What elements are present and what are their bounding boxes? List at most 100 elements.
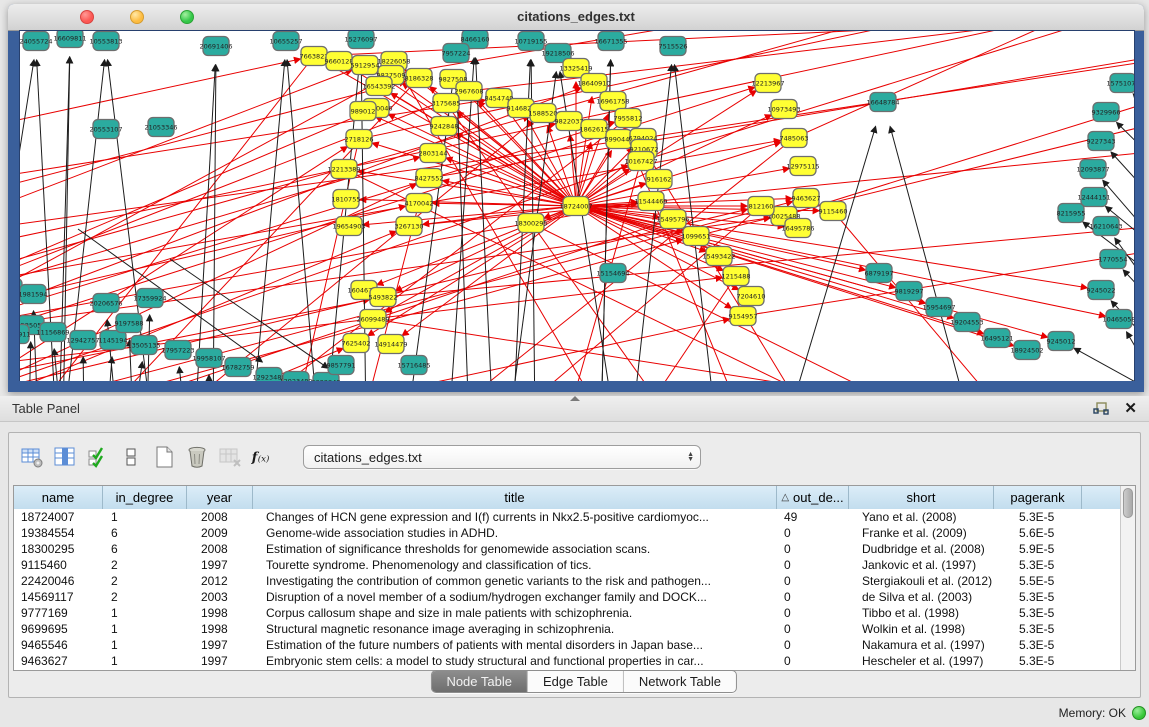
graph-node[interactable]: 16495786 <box>781 219 814 238</box>
zoom-window-button[interactable] <box>180 10 194 24</box>
graph-node[interactable]: 15493422 <box>702 247 735 266</box>
graph-node[interactable]: 2803144 <box>419 144 448 163</box>
graph-node[interactable]: 19654903 <box>332 217 365 236</box>
table-row[interactable]: 2242004622012Investigating the contribut… <box>14 573 1120 589</box>
graph-node[interactable]: 15495796 <box>656 210 689 229</box>
graph-node[interactable]: 12093877 <box>1076 160 1109 179</box>
column-header-name[interactable]: name <box>14 486 103 509</box>
table-row[interactable]: 1872400712008Changes of HCN gene express… <box>14 509 1120 525</box>
graph-node[interactable]: 9242848 <box>430 117 459 136</box>
graph-node[interactable]: 6879197 <box>865 264 894 283</box>
graph-node[interactable]: 1810755 <box>332 190 361 209</box>
graph-node[interactable]: 16961758 <box>596 92 629 111</box>
graph-node[interactable]: 3915911 <box>20 325 30 344</box>
graph-node[interactable]: 10973493 <box>767 100 800 119</box>
graph-node[interactable]: 26099489 <box>356 310 389 329</box>
graph-node[interactable]: 7485063 <box>780 129 809 148</box>
close-window-button[interactable] <box>80 10 94 24</box>
graph-node[interactable]: 17957223 <box>161 341 194 360</box>
graph-node[interactable]: 15276097 <box>344 31 377 49</box>
graph-node[interactable]: 16648784 <box>866 93 899 112</box>
close-panel-icon[interactable]: ✕ <box>1124 401 1137 417</box>
graph-node[interactable]: 15154694 <box>596 264 629 283</box>
graph-node[interactable]: 15751074 <box>1106 74 1134 93</box>
graph-node[interactable]: 12213389 <box>327 160 360 179</box>
new-column-icon[interactable] <box>151 444 177 470</box>
graph-node[interactable]: 12975115 <box>786 157 819 176</box>
graph-node[interactable]: 12942757 <box>66 331 99 350</box>
graph-node[interactable]: 812160 <box>748 197 774 216</box>
tab-edge-table[interactable]: Edge Table <box>528 671 624 692</box>
column-header-short[interactable]: short <box>849 486 994 509</box>
graph-node[interactable]: 18640910 <box>577 74 610 93</box>
column-header-title[interactable]: title <box>253 486 777 509</box>
graph-node[interactable]: 5493822 <box>369 288 398 307</box>
graph-node[interactable]: 11544469 <box>634 192 667 211</box>
graph-node[interactable]: 16543392 <box>362 77 395 96</box>
delete-column-icon[interactable] <box>184 444 210 470</box>
graph-node[interactable]: 9660128 <box>325 52 354 71</box>
graph-node[interactable]: 17359924 <box>133 289 166 308</box>
graph-node[interactable]: 10553813 <box>89 32 122 51</box>
table-row[interactable]: 1938455462009Genome-wide association stu… <box>14 525 1120 541</box>
select-rows-icon[interactable] <box>85 444 111 470</box>
graph-node[interactable]: 1099651 <box>682 227 711 246</box>
vertical-scrollbar[interactable] <box>1120 486 1135 670</box>
graph-node[interactable]: 8427552 <box>415 169 444 188</box>
table-row[interactable]: 911546021997Tourette syndrome. Phenomeno… <box>14 557 1120 573</box>
table-row[interactable]: 946362711997Embryonic stem cells: a mode… <box>14 653 1120 669</box>
graph-node[interactable]: 9329966 <box>1092 103 1121 122</box>
graph-node[interactable]: 9154957 <box>729 307 758 326</box>
graph-node[interactable]: 989012 <box>350 102 376 121</box>
graph-node[interactable]: 9857791 <box>327 356 356 375</box>
graph-node[interactable]: 9115460 <box>819 202 848 221</box>
graph-node[interactable]: 20206576 <box>89 294 122 313</box>
graph-node[interactable]: 12923489 <box>279 372 312 382</box>
graph-node[interactable]: 1145194 <box>99 331 128 350</box>
graph-node[interactable]: 12213967 <box>751 74 784 93</box>
graph-node[interactable]: 18300295 <box>514 214 547 233</box>
graph-node[interactable]: 16609811 <box>53 31 86 48</box>
graph-node[interactable]: 15716485 <box>397 356 430 375</box>
delete-table-icon[interactable] <box>217 444 243 470</box>
graph-node[interactable]: 7515526 <box>659 37 688 56</box>
graph-node[interactable]: 19204553 <box>950 313 983 332</box>
graph-node[interactable]: 1770554 <box>1099 250 1128 269</box>
table-row[interactable]: 977716911998Corpus callosum shape and si… <box>14 605 1120 621</box>
graph-node[interactable]: 21053346 <box>144 118 177 137</box>
graph-node[interactable]: 9197588 <box>115 314 144 333</box>
graph-node[interactable]: 12444151 <box>1077 188 1110 207</box>
graph-node[interactable]: 16495121 <box>980 329 1013 348</box>
graph-node[interactable]: 1215488 <box>722 267 751 286</box>
graph-node[interactable]: 7204610 <box>737 287 766 306</box>
graph-node[interactable]: 9819297 <box>895 282 924 301</box>
row-height-icon[interactable] <box>118 444 144 470</box>
graph-node[interactable]: 10465058 <box>1102 310 1134 329</box>
column-header-in_degree[interactable]: in_degree <box>103 486 187 509</box>
network-canvas[interactable]: 2405572416609811105538132069140610655257… <box>20 31 1134 381</box>
table-row[interactable]: 946554611997Estimation of the future num… <box>14 637 1120 653</box>
graph-node[interactable]: 2718126 <box>345 130 374 149</box>
graph-node[interactable]: 4170042 <box>405 194 434 213</box>
tab-node-table[interactable]: Node Table <box>431 671 528 692</box>
column-header-pagerank[interactable]: pagerank <box>994 486 1082 509</box>
graph-hub-node[interactable]: 18724007 <box>559 197 592 216</box>
graph-node[interactable]: 15954697 <box>922 298 955 317</box>
graph-node[interactable]: 10655257 <box>269 32 302 51</box>
graph-node[interactable]: 18924502 <box>1010 341 1043 360</box>
graph-node[interactable]: 9245012 <box>1047 332 1076 351</box>
graph-node[interactable]: 7625402 <box>342 334 371 353</box>
graph-node[interactable]: 16782759 <box>221 358 254 377</box>
table-row[interactable]: 1456911722003Disruption of a novel membe… <box>14 589 1120 605</box>
graph-node[interactable]: 9463627 <box>792 189 821 208</box>
table-row[interactable]: 1830029562008Estimation of significance … <box>14 541 1120 557</box>
graph-node[interactable]: 10167427 <box>624 152 657 171</box>
table-mode-icon[interactable] <box>19 444 45 470</box>
table-selector-dropdown[interactable]: citations_edges.txt ▲▼ <box>303 445 701 469</box>
minimize-window-button[interactable] <box>130 10 144 24</box>
panel-resize-handle[interactable] <box>570 396 580 401</box>
graph-node[interactable]: 9227343 <box>1087 132 1116 151</box>
show-columns-icon[interactable] <box>52 444 78 470</box>
graph-node[interactable]: 1588520 <box>529 104 558 123</box>
graph-node[interactable]: 16210643 <box>1089 217 1122 236</box>
